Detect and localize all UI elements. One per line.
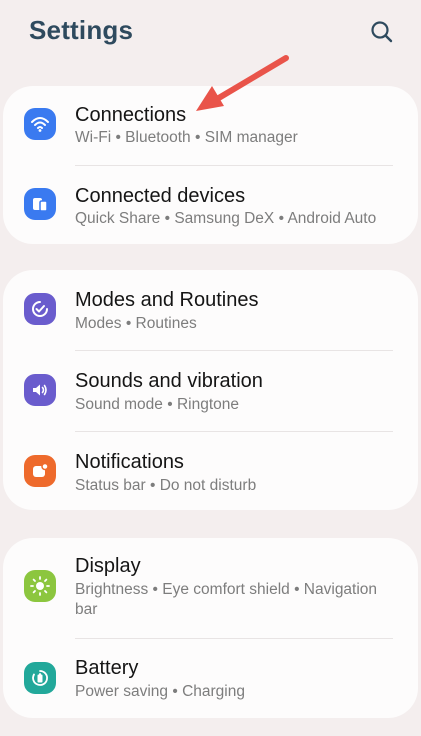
- settings-group-modes: Modes and Routines Modes • Routines Soun…: [3, 270, 418, 510]
- notification-icon: [24, 455, 56, 487]
- menu-item-subtitle: Sound mode • Ringtone: [75, 396, 239, 413]
- menu-item-notifications[interactable]: Notifications Status bar • Do not distur…: [3, 432, 418, 510]
- brightness-icon: [24, 570, 56, 602]
- search-icon: [371, 21, 393, 43]
- menu-item-title: Notifications: [75, 451, 184, 473]
- settings-group-display: Display Brightness • Eye comfort shield …: [3, 538, 418, 718]
- menu-item-connected-devices[interactable]: Connected devices Quick Share • Samsung …: [3, 166, 418, 244]
- menu-item-title: Modes and Routines: [75, 289, 259, 311]
- menu-item-subtitle: Brightness • Eye comfort shield • Naviga…: [75, 581, 378, 618]
- menu-item-subtitle: Modes • Routines: [75, 315, 197, 332]
- menu-item-title: Connected devices: [75, 185, 246, 207]
- connected-devices-icon: [24, 188, 56, 220]
- red-arrow-icon: [196, 55, 289, 111]
- menu-item-subtitle: Power saving • Charging: [75, 683, 245, 700]
- menu-item-display[interactable]: Display Brightness • Eye comfort shield …: [3, 538, 418, 639]
- battery-icon: [24, 662, 56, 694]
- modes-routines-icon: [24, 293, 56, 325]
- menu-item-subtitle: Status bar • Do not disturb: [75, 477, 257, 494]
- menu-item-battery[interactable]: Battery Power saving • Charging: [3, 639, 418, 718]
- menu-item-subtitle: Wi-Fi • Bluetooth • SIM manager: [75, 129, 298, 146]
- menu-item-title: Display: [75, 555, 141, 577]
- page-title: Settings: [29, 15, 134, 45]
- menu-item-sounds-vibration[interactable]: Sounds and vibration Sound mode • Ringto…: [3, 351, 418, 432]
- menu-item-title: Battery: [75, 657, 139, 679]
- speaker-icon: [24, 374, 56, 406]
- menu-item-title: Connections: [75, 104, 187, 126]
- menu-item-title: Sounds and vibration: [75, 370, 263, 392]
- wifi-icon: [24, 108, 56, 140]
- menu-item-modes-routines[interactable]: Modes and Routines Modes • Routines: [3, 270, 418, 351]
- search-button[interactable]: [368, 18, 396, 46]
- menu-item-subtitle: Quick Share • Samsung DeX • Android Auto: [75, 210, 377, 227]
